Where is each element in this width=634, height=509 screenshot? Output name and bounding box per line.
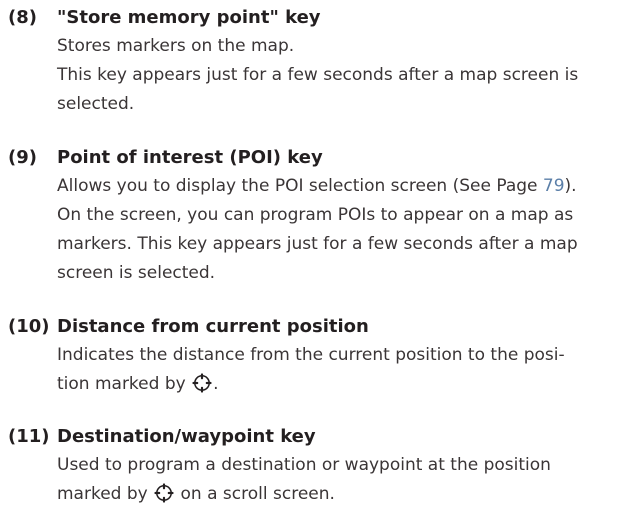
- description-line: selected.: [57, 94, 135, 114]
- description-line: Stores markers on the map.: [57, 36, 295, 56]
- item-description: Indicates the distance from the current …: [57, 341, 627, 399]
- cursor-crosshair-icon: [192, 373, 212, 393]
- description-text: marked by: [57, 484, 154, 504]
- cursor-crosshair-icon: [154, 483, 174, 503]
- page-reference-link[interactable]: 79: [543, 176, 565, 196]
- description-text: on a scroll screen.: [175, 484, 335, 504]
- item-description: Used to program a destination or waypoin…: [57, 451, 627, 509]
- item-number: (8): [8, 7, 37, 28]
- description-text: tion marked by: [57, 374, 192, 394]
- description-line: Allows you to display the POI selection …: [57, 172, 627, 201]
- item-number: (9): [8, 147, 37, 168]
- description-line: screen is selected.: [57, 263, 216, 283]
- item-number: (10): [8, 316, 50, 337]
- description-line: marked by on a scroll screen.: [57, 480, 627, 509]
- description-text: .: [213, 374, 219, 394]
- description-line: markers. This key appears just for a few…: [57, 234, 578, 254]
- description-line: Indicates the distance from the current …: [57, 345, 565, 365]
- description-text: Allows you to display the POI selection …: [57, 176, 543, 196]
- item-description: Stores markers on the map. This key appe…: [57, 32, 627, 119]
- item-title: Destination/waypoint key: [57, 426, 316, 447]
- description-text: ).: [564, 176, 577, 196]
- item-title: Distance from current position: [57, 316, 369, 337]
- description-line: Used to program a destination or waypoin…: [57, 455, 551, 475]
- description-line: On the screen, you can program POIs to a…: [57, 205, 574, 225]
- item-title: "Store memory point" key: [57, 7, 321, 28]
- description-line: tion marked by .: [57, 370, 627, 399]
- manual-page: (8) "Store memory point" key Stores mark…: [0, 0, 634, 504]
- item-title: Point of interest (POI) key: [57, 147, 323, 168]
- item-description: Allows you to display the POI selection …: [57, 172, 627, 288]
- description-line: This key appears just for a few seconds …: [57, 65, 579, 85]
- item-number: (11): [8, 426, 50, 447]
